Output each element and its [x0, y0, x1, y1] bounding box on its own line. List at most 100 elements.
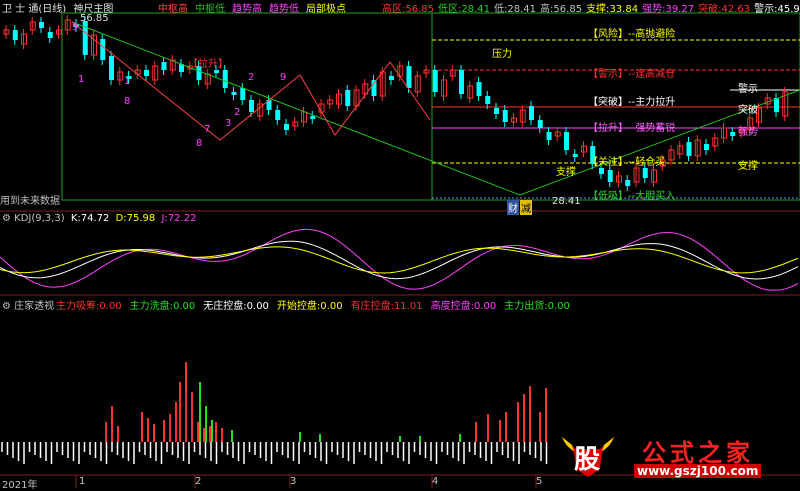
candle-body: [502, 110, 508, 122]
candle-body: [485, 96, 491, 104]
candle-body: [537, 120, 543, 128]
signal-legend-row: 【低吸】--大胆买入: [588, 191, 676, 202]
candle-body: [275, 110, 281, 120]
candle-body: [214, 70, 219, 73]
zhuangjia-title[interactable]: 庄家透视: [14, 301, 54, 312]
settings-icon[interactable]: ⚙: [2, 213, 11, 224]
settings-icon[interactable]: ⚙: [2, 301, 11, 312]
day-number: 9: [72, 22, 79, 33]
high-mark-label: 56.85: [80, 13, 109, 24]
zhuangjia-values: 主力吸筹:0.00 主力洗盘:0.00 无庄控盘:0.00 开始控盘:0.00 有庄控盘…: [56, 297, 578, 312]
month-label: 3: [290, 476, 297, 487]
zhuangjia-item-label: 主力洗盘:: [129, 301, 174, 312]
watermark-url[interactable]: www.gszj100.com: [634, 464, 762, 478]
candle-body: [231, 92, 237, 95]
day-number: 8: [196, 138, 203, 149]
kdj-title[interactable]: KDJ(9,3,3): [14, 213, 64, 224]
candle-body: [310, 116, 316, 119]
candle-body: [564, 132, 569, 150]
month-label: 1: [79, 476, 86, 487]
break-right-label: 突破: [738, 105, 758, 116]
zhuangjia-item-label: 主力出货:: [504, 301, 548, 312]
month-label: 4: [432, 476, 439, 487]
year-label: 2021年: [2, 480, 38, 491]
candle-body: [529, 106, 534, 120]
zhuangjia-item-value: 0.00: [320, 301, 343, 312]
signal-legend-row: 【关注】--轻仓买: [588, 157, 666, 168]
zhuangjia-item-value: 11.01: [393, 301, 423, 312]
candle-body: [39, 22, 44, 28]
kdj-k-line: [0, 240, 799, 280]
support-right-label: 支撑: [738, 161, 758, 172]
signal-legend-row: 【突破】--主力拉升: [588, 97, 676, 108]
pressure-label: 压力: [492, 49, 512, 60]
kdj-d-value: 75.98: [126, 213, 156, 224]
month-label: 5: [536, 476, 543, 487]
future-data-label: 用到未来数据: [0, 196, 60, 207]
candle-body: [432, 70, 438, 92]
candle-body: [371, 80, 377, 96]
cai-badge[interactable]: 财: [507, 200, 519, 215]
site-watermark: 股 公式之家 www.gszj100.com: [560, 433, 800, 479]
candle-body: [546, 132, 552, 140]
candle-body: [144, 70, 149, 76]
month-label: 2: [195, 476, 202, 487]
candle-body: [476, 82, 482, 96]
zhuangjia-item-value: 0.00: [547, 301, 570, 312]
zhuangjia-item-label: 高度控盘:: [430, 301, 474, 312]
zhuangjia-item-value: 0.00: [99, 301, 122, 312]
signal-legend-row: 【警示】--逢高减仓: [588, 69, 676, 80]
watermark-glyph: 股: [574, 445, 601, 475]
zhuangjia-item-value: 0.00: [473, 301, 497, 312]
day-number: 1: [78, 74, 85, 85]
day-number: 2: [234, 107, 241, 118]
kdj-d-label: D:: [115, 213, 127, 224]
kdj-j-line: [0, 228, 799, 291]
candle-body: [686, 142, 692, 156]
warn-right-label: 警示: [738, 84, 758, 95]
day-number: 8: [124, 96, 131, 107]
zhuangjia-item-label: 主力吸筹:: [56, 301, 100, 312]
strong-right-label: 强势: [738, 127, 758, 138]
watermark-site-name: 公式之家: [642, 439, 754, 467]
signal-legend-row: 【拉升】--强势蓄锐: [588, 123, 676, 134]
day-number: 3: [225, 118, 232, 129]
candle-body: [642, 168, 648, 178]
candle-body: [284, 124, 289, 130]
chart-canvas[interactable]: [0, 0, 800, 488]
candle-body: [572, 154, 578, 157]
candle-body: [345, 90, 351, 106]
pull-up-label: 【拉升】: [188, 59, 228, 70]
candle-body: [222, 70, 228, 88]
kdj-header: ⚙ KDJ(9,3,3) K:74.72 D:75.98 J:72.22: [2, 213, 196, 224]
support-legend-label: 支撑: [556, 167, 576, 178]
zhuangjia-item-value: 0.00: [246, 301, 269, 312]
candle-body: [599, 168, 604, 174]
candle-body: [240, 88, 246, 100]
candle-body: [494, 108, 499, 114]
signal-legend-row: 【风险】--高抛避险: [588, 29, 676, 40]
candle-body: [100, 39, 106, 60]
candle-body: [406, 66, 412, 88]
candle-body: [774, 98, 779, 112]
candle-body: [161, 62, 167, 70]
candle-body: [625, 180, 631, 186]
jian-badge[interactable]: 减: [520, 200, 532, 215]
day-number: 2: [248, 72, 255, 83]
candle-body: [389, 76, 394, 80]
kdj-k-value: 74.72: [80, 213, 110, 224]
candle-body: [47, 32, 53, 38]
candle-body: [607, 170, 613, 182]
zhuangjia-item-label: 开始控盘:: [276, 301, 321, 312]
candle-body: [249, 100, 254, 112]
candle-body: [109, 56, 114, 80]
day-number: 7: [204, 124, 211, 135]
kdj-j-value: 72.22: [167, 213, 197, 224]
candle-body: [730, 132, 736, 136]
zhuangjia-item-label: 有庄控盘:: [350, 301, 394, 312]
candle-body: [12, 30, 18, 40]
zhuangjia-item-label: 无庄控盘:: [203, 301, 247, 312]
candle-body: [704, 144, 709, 150]
day-number: 9: [280, 72, 287, 83]
zhuangjia-header: ⚙ 庄家透视: [2, 297, 54, 312]
